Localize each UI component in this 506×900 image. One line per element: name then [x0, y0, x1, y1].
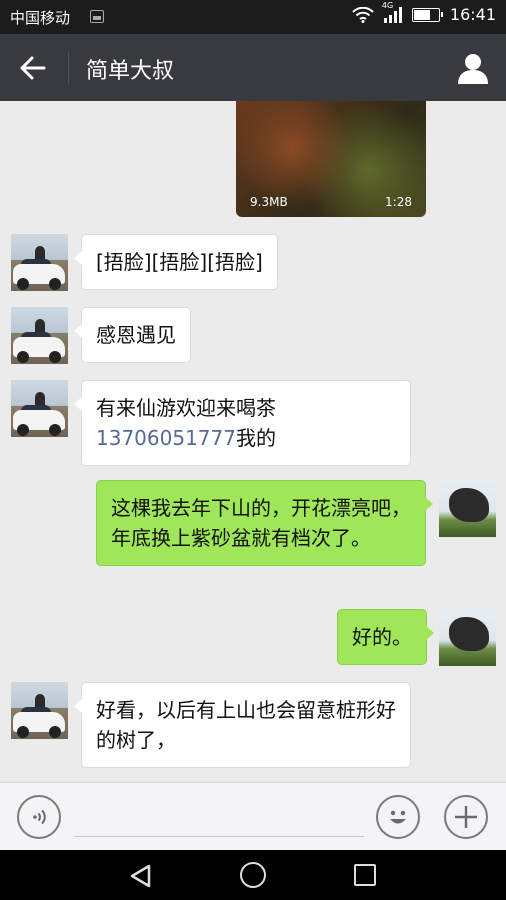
- my-avatar[interactable]: [439, 480, 496, 537]
- network-type: 4G: [381, 0, 394, 10]
- outgoing-message[interactable]: 这棵我去年下山的，开花漂亮吧，年底换上紫砂盆就有档次了。: [96, 480, 433, 566]
- contact-avatar[interactable]: [11, 307, 68, 364]
- incoming-message[interactable]: 感恩遇见: [74, 307, 191, 363]
- message-text: 我的: [235, 426, 276, 450]
- system-nav-bar: [0, 850, 506, 900]
- message-text: 好看，以后有上山也会留意桩形好的树了，: [96, 698, 396, 752]
- message-list[interactable]: 9.3MB 1:28 [捂脸][捂脸][捂脸] 感恩遇见 有来仙游欢迎来喝茶 1…: [0, 101, 506, 782]
- signal-icon: 4G: [382, 1, 402, 23]
- incoming-message[interactable]: 有来仙游欢迎来喝茶 13706051777我的: [74, 380, 411, 466]
- message-text: [捂脸][捂脸][捂脸]: [96, 250, 263, 274]
- emoji-button[interactable]: [376, 795, 420, 839]
- voice-icon: [33, 809, 46, 825]
- contact-info-icon[interactable]: [456, 51, 490, 85]
- video-duration: 1:28: [385, 195, 412, 209]
- carrier-name: 中国移动: [10, 9, 71, 27]
- contact-avatar[interactable]: [11, 234, 68, 291]
- status-bar: 中国移动 4G 16:41: [0, 0, 506, 34]
- video-size: 9.3MB: [250, 195, 288, 209]
- input-bar: [0, 782, 506, 850]
- nav-back-icon[interactable]: [128, 863, 154, 889]
- status-icons: 4G 16:41: [352, 1, 496, 24]
- phone-number-link[interactable]: 13706051777: [96, 426, 236, 450]
- contact-avatar[interactable]: [11, 682, 68, 739]
- wifi-icon: [352, 6, 374, 23]
- smiley-icon: [390, 810, 406, 824]
- incoming-message[interactable]: [捂脸][捂脸][捂脸]: [74, 234, 278, 290]
- chat-header: 简单大叔: [0, 34, 506, 101]
- nav-home-icon[interactable]: [240, 862, 266, 888]
- video-message[interactable]: 9.3MB 1:28: [236, 101, 426, 217]
- message-input[interactable]: [74, 797, 364, 837]
- outgoing-message[interactable]: 好的。: [337, 609, 434, 665]
- message-text: 感恩遇见: [96, 323, 176, 347]
- battery-icon: [411, 7, 443, 22]
- message-text: 好的。: [352, 625, 412, 649]
- message-text: 有来仙游欢迎来喝茶: [96, 396, 276, 420]
- clock: 16:41: [449, 5, 496, 24]
- my-avatar[interactable]: [439, 609, 496, 666]
- plus-icon: [455, 806, 477, 828]
- incoming-message[interactable]: 好看，以后有上山也会留意桩形好的树了，: [74, 682, 411, 768]
- image-notification-icon: [90, 10, 104, 23]
- more-options-button[interactable]: [444, 795, 488, 839]
- voice-input-button[interactable]: [17, 795, 61, 839]
- header-divider: [68, 51, 69, 85]
- back-arrow-icon[interactable]: [18, 54, 48, 82]
- nav-recents-icon[interactable]: [354, 864, 376, 886]
- contact-avatar[interactable]: [11, 380, 68, 437]
- message-text: 这棵我去年下山的，开花漂亮吧，年底换上紫砂盆就有档次了。: [111, 496, 411, 550]
- chat-title: 简单大叔: [86, 59, 175, 84]
